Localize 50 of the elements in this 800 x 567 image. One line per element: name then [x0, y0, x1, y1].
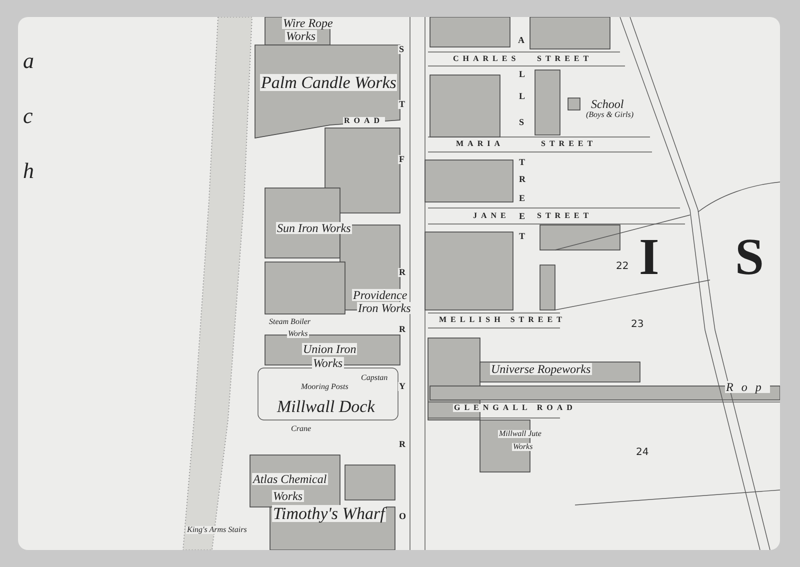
place-label: Works: [272, 490, 304, 502]
street-letter: R: [398, 440, 406, 449]
place-label: Timothy's Wharf: [272, 505, 386, 522]
street-letter: S: [518, 118, 526, 127]
water-name-letter: a: [22, 50, 35, 72]
street-letter: E: [518, 194, 526, 203]
plot-number: 23: [630, 320, 645, 330]
place-label: Sun Iron Works: [276, 222, 352, 234]
street-letter: T: [518, 158, 526, 167]
place-label: Providence: [352, 289, 408, 301]
street-letter: Y: [398, 382, 406, 391]
water-name-letter: c: [22, 105, 34, 127]
street-letter: L: [518, 92, 526, 101]
place-label: Palm Candle Works: [260, 74, 398, 91]
place-label: Atlas Chemical: [252, 473, 328, 485]
place-label: Universe Ropeworks: [490, 363, 592, 375]
street-letter: T: [518, 232, 526, 241]
street-letter: S: [398, 45, 406, 54]
street-letter: O: [398, 512, 408, 521]
place-label: Rop: [725, 381, 770, 393]
place-label: King's Arms Stairs: [186, 526, 248, 534]
street-letter: E: [518, 212, 526, 221]
district-letter: S: [734, 232, 765, 284]
place-label: School: [590, 98, 625, 110]
street-letter: R: [518, 175, 526, 184]
place-label: Works: [312, 357, 344, 369]
place-label: Steam Boiler: [268, 318, 312, 326]
place-label: (Boys & Girls): [585, 111, 635, 119]
place-label: Wire Rope: [282, 17, 334, 29]
street-letter: T: [398, 100, 406, 109]
street-letter: R: [398, 325, 406, 334]
place-label: Works: [285, 30, 317, 42]
place-label: Capstan: [360, 374, 389, 382]
street-name: ROAD: [343, 117, 385, 125]
place-label: Union Iron: [302, 343, 358, 355]
place-label: Works: [512, 443, 534, 451]
place-label: Iron Works: [357, 302, 412, 314]
water-name-letter: h: [22, 160, 35, 182]
place-label: Millwall Dock: [276, 398, 376, 415]
place-label: Millwall Jute: [498, 430, 542, 438]
street-letter: R: [398, 268, 406, 277]
place-label: Works: [287, 330, 309, 338]
street-letter: A: [517, 36, 526, 45]
plot-number: 22: [615, 262, 630, 272]
place-label: Mooring Posts: [300, 383, 350, 391]
district-letter: I: [638, 232, 660, 284]
street-letter: L: [518, 70, 526, 79]
plot-number: 24: [635, 448, 650, 458]
street-letter: F: [398, 155, 406, 164]
place-label: Crane: [290, 425, 312, 433]
